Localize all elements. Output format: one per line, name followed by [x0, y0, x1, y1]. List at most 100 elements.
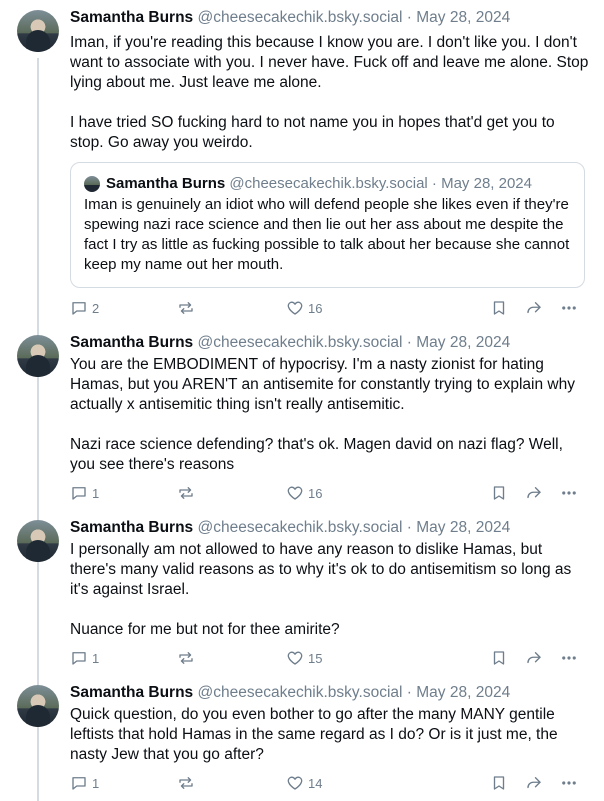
post-paragraph: You are the EMBODIMENT of hypocrisy. I'm…	[70, 356, 575, 413]
post-header: Samantha Burns @cheesecakechik.bsky.soci…	[70, 683, 510, 703]
quoted-post[interactable]: Samantha Burns @cheesecakechik.bsky.soci…	[70, 162, 585, 288]
like-count: 16	[308, 300, 323, 316]
post-date[interactable]: May 28, 2024	[416, 684, 510, 701]
separator: ·	[406, 9, 412, 26]
author-handle[interactable]: @cheesecakechik.bsky.social	[197, 684, 402, 701]
reply-count: 1	[92, 650, 100, 666]
post[interactable]: Samantha Burns @cheesecakechik.bsky.soci…	[0, 325, 604, 510]
post-date[interactable]: May 28, 2024	[416, 9, 510, 26]
quote-avatar	[84, 176, 100, 192]
like-button[interactable]: 15	[286, 648, 322, 668]
avatar[interactable]	[17, 10, 59, 52]
repost-icon	[179, 302, 193, 314]
repost-button[interactable]	[177, 298, 195, 318]
post-paragraph: Quick question, do you even bother to go…	[70, 706, 558, 763]
author-handle[interactable]: @cheesecakechik.bsky.social	[197, 519, 402, 536]
post-text: I personally am not allowed to have any …	[70, 540, 590, 640]
share-icon	[527, 652, 541, 664]
like-button[interactable]: 16	[286, 298, 322, 318]
bookmark-button[interactable]	[490, 773, 508, 793]
ellipsis-icon	[562, 781, 576, 785]
share-button[interactable]	[525, 298, 543, 318]
quote-date: May 28, 2024	[441, 175, 532, 192]
bookmark-button[interactable]	[490, 483, 508, 503]
post-paragraph: Nuance for me but not for thee amirite?	[70, 621, 340, 638]
author-name[interactable]: Samantha Burns	[70, 9, 193, 26]
post-actions: 1 15	[70, 648, 585, 668]
reply-button[interactable]: 1	[70, 773, 99, 793]
post-header: Samantha Burns @cheesecakechik.bsky.soci…	[70, 518, 510, 538]
reply-icon	[72, 652, 86, 665]
share-icon	[527, 487, 541, 499]
author-name[interactable]: Samantha Burns	[70, 334, 193, 351]
bookmark-button[interactable]	[490, 298, 508, 318]
author-handle[interactable]: @cheesecakechik.bsky.social	[197, 334, 402, 351]
avatar[interactable]	[17, 335, 59, 377]
repost-icon	[179, 652, 193, 664]
reply-count: 2	[92, 300, 100, 316]
like-button[interactable]: 14	[286, 773, 322, 793]
quote-author-name: Samantha Burns	[106, 175, 226, 192]
bookmark-icon	[493, 301, 505, 315]
heart-icon	[287, 486, 303, 500]
avatar[interactable]	[17, 685, 59, 727]
reply-icon	[72, 487, 86, 500]
post-text: Iman, if you're reading this because I k…	[70, 33, 590, 153]
ellipsis-icon	[562, 306, 576, 310]
repost-icon	[179, 487, 193, 499]
reply-count: 1	[92, 775, 100, 791]
separator: ·	[431, 175, 437, 192]
ellipsis-icon	[562, 491, 576, 495]
share-button[interactable]	[525, 648, 543, 668]
separator: ·	[406, 334, 412, 351]
post-date[interactable]: May 28, 2024	[416, 334, 510, 351]
share-icon	[527, 302, 541, 314]
reply-button[interactable]: 2	[70, 298, 99, 318]
heart-icon	[287, 651, 303, 665]
post-actions: 1 14	[70, 773, 585, 793]
more-options-button[interactable]	[560, 648, 578, 668]
reply-button[interactable]: 1	[70, 483, 99, 503]
separator: ·	[406, 519, 412, 536]
author-name[interactable]: Samantha Burns	[70, 519, 193, 536]
post-date[interactable]: May 28, 2024	[416, 519, 510, 536]
share-button[interactable]	[525, 773, 543, 793]
post[interactable]: Samantha Burns @cheesecakechik.bsky.soci…	[0, 510, 604, 675]
quote-header: Samantha Burns @cheesecakechik.bsky.soci…	[84, 174, 572, 194]
share-button[interactable]	[525, 483, 543, 503]
more-options-button[interactable]	[560, 483, 578, 503]
like-button[interactable]: 16	[286, 483, 322, 503]
more-options-button[interactable]	[560, 773, 578, 793]
post-actions: 1 16	[70, 483, 585, 503]
post-header: Samantha Burns @cheesecakechik.bsky.soci…	[70, 8, 510, 28]
quote-author-handle: @cheesecakechik.bsky.social	[229, 175, 428, 192]
post-actions: 2 16	[70, 298, 585, 318]
bookmark-icon	[493, 651, 505, 665]
repost-button[interactable]	[177, 773, 195, 793]
avatar[interactable]	[17, 520, 59, 562]
post[interactable]: Samantha Burns @cheesecakechik.bsky.soci…	[0, 675, 604, 801]
bookmark-icon	[493, 486, 505, 500]
reply-button[interactable]: 1	[70, 648, 99, 668]
reply-icon	[72, 777, 86, 790]
post-text: Quick question, do you even bother to go…	[70, 705, 590, 765]
reply-count: 1	[92, 485, 100, 501]
repost-button[interactable]	[177, 483, 195, 503]
more-options-button[interactable]	[560, 298, 578, 318]
share-icon	[527, 777, 541, 789]
post[interactable]: Samantha Burns @cheesecakechik.bsky.soci…	[0, 0, 604, 325]
post-header: Samantha Burns @cheesecakechik.bsky.soci…	[70, 333, 510, 353]
separator: ·	[406, 684, 412, 701]
post-text: You are the EMBODIMENT of hypocrisy. I'm…	[70, 355, 590, 475]
post-paragraph: I have tried SO fucking hard to not name…	[70, 114, 555, 151]
repost-button[interactable]	[177, 648, 195, 668]
ellipsis-icon	[562, 656, 576, 660]
author-handle[interactable]: @cheesecakechik.bsky.social	[197, 9, 402, 26]
bookmark-button[interactable]	[490, 648, 508, 668]
heart-icon	[287, 776, 303, 790]
author-name[interactable]: Samantha Burns	[70, 684, 193, 701]
post-paragraph: Iman, if you're reading this because I k…	[70, 34, 589, 91]
like-count: 15	[308, 650, 323, 666]
heart-icon	[287, 301, 303, 315]
post-paragraph: I personally am not allowed to have any …	[70, 541, 572, 598]
